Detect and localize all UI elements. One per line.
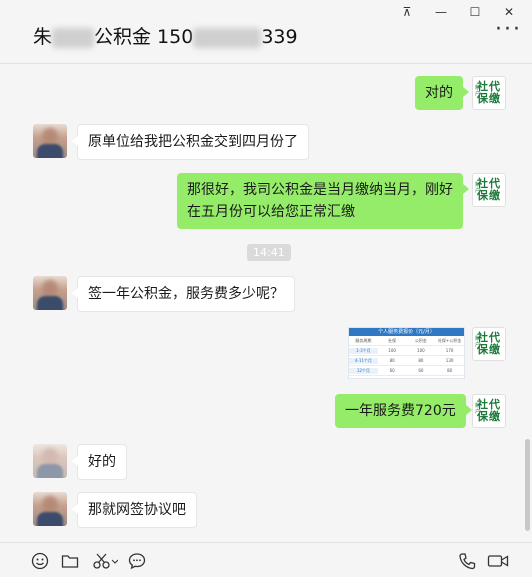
- chat-title-prefix: 朱: [33, 26, 53, 48]
- image-table-row: 4-11个月 80 80 130: [349, 356, 464, 366]
- avatar-mini-text: 账户: [475, 182, 481, 194]
- message-bubble-received[interactable]: 那就网签协议吧: [72, 492, 197, 528]
- image-table-cell: 社保+公积金: [437, 337, 462, 343]
- image-table-cell: 12个月: [349, 367, 378, 374]
- message-bubble-sent[interactable]: 对的: [415, 76, 469, 110]
- image-table-cell: 170: [445, 348, 454, 353]
- chat-title-suffix: 公积金 150: [94, 26, 194, 48]
- image-table-cell: 60: [389, 368, 395, 373]
- redacted-phone: [193, 27, 262, 48]
- image-table-cell: 100: [417, 348, 425, 353]
- folder-icon[interactable]: [60, 551, 80, 571]
- more-options-icon[interactable]: ···: [495, 19, 522, 41]
- message-bubble-received[interactable]: 原单位给我把公积金交到四月份了: [72, 124, 309, 160]
- chat-title: 朱 公积金 150 339: [33, 22, 298, 49]
- message-bubble-sent[interactable]: 那很好，我司公积金是当月缴纳当月，刚好 在五月份可以给您正常汇缴: [177, 173, 469, 229]
- image-table-cell: 100: [388, 348, 396, 353]
- message-bubble-received[interactable]: 签一年公积金，服务费多少呢？: [72, 276, 295, 312]
- timestamp: 14:41: [247, 244, 291, 261]
- image-table-cell: 130: [445, 358, 454, 363]
- image-table-cell: 1-3个月: [349, 347, 378, 354]
- image-table-cell: 80: [418, 358, 424, 363]
- message-bubble-sent[interactable]: 一年服务费720元: [335, 394, 472, 428]
- self-avatar[interactable]: 账户 社代 保缴: [472, 394, 506, 428]
- image-table-cell: 80: [447, 368, 453, 373]
- peer-avatar[interactable]: [33, 492, 67, 526]
- chat-scrollbar[interactable]: [525, 439, 530, 531]
- emoji-icon[interactable]: [30, 551, 50, 571]
- message-line: 在五月份可以给您正常汇缴: [187, 204, 355, 220]
- title-bar: ⊼ — ☐ ✕ 朱公积金 150 339 ···: [0, 0, 532, 64]
- avatar-mini-text: 账户: [475, 336, 481, 348]
- chat-title-phone-tail: 339: [261, 26, 298, 48]
- minimize-icon[interactable]: —: [424, 2, 458, 22]
- self-avatar[interactable]: 账户 社代 保缴: [472, 76, 506, 110]
- avatar-blur: [37, 464, 63, 478]
- video-icon[interactable]: [487, 551, 509, 571]
- image-table-cell: 公积金: [414, 337, 427, 343]
- avatar-mini-text: 账户: [475, 85, 481, 97]
- message-line: 那很好，我司公积金是当月缴纳当月，刚好: [187, 182, 453, 198]
- image-table-title: 个人服务费报价（元/月）: [349, 328, 464, 336]
- image-message[interactable]: 个人服务费报价（元/月） 服务周期 社保 公积金 社保+公积金 1-3个月 10…: [348, 327, 465, 379]
- chat-area[interactable]: 对的 账户 社代 保缴 原单位给我把公积金交到四月份了 那很好，我司公积金是当月…: [0, 64, 532, 542]
- image-table-row: 12个月 60 60 80: [349, 366, 464, 376]
- self-avatar[interactable]: 账户 社代 保缴: [472, 173, 506, 207]
- message-bubble-received[interactable]: 好的: [72, 444, 127, 480]
- chat-bubble-icon[interactable]: [127, 551, 147, 571]
- avatar-mini-text: 账户: [475, 403, 481, 415]
- image-table-cell: 社保: [388, 337, 397, 343]
- input-toolbar: [0, 542, 532, 577]
- peer-avatar[interactable]: [33, 444, 67, 478]
- peer-avatar[interactable]: [33, 276, 67, 310]
- image-table-row: 1-3个月 100 100 170: [349, 346, 464, 356]
- avatar-blur: [37, 512, 63, 526]
- maximize-icon[interactable]: ☐: [458, 2, 492, 22]
- image-table-cell: 80: [389, 358, 395, 363]
- image-table-cell: 4-11个月: [349, 357, 378, 364]
- avatar-blur: [37, 144, 63, 158]
- phone-icon[interactable]: [457, 551, 477, 571]
- pin-icon[interactable]: ⊼: [390, 2, 424, 22]
- scissors-icon[interactable]: [92, 551, 118, 571]
- image-table-header: 服务周期 社保 公积金 社保+公积金: [349, 336, 464, 346]
- peer-avatar[interactable]: [33, 124, 67, 158]
- self-avatar[interactable]: 账户 社代 保缴: [472, 327, 506, 361]
- image-table-cell: 60: [418, 368, 424, 373]
- avatar-blur: [37, 296, 63, 310]
- redacted-name: [52, 27, 95, 48]
- image-table-cell: 服务周期: [355, 337, 372, 343]
